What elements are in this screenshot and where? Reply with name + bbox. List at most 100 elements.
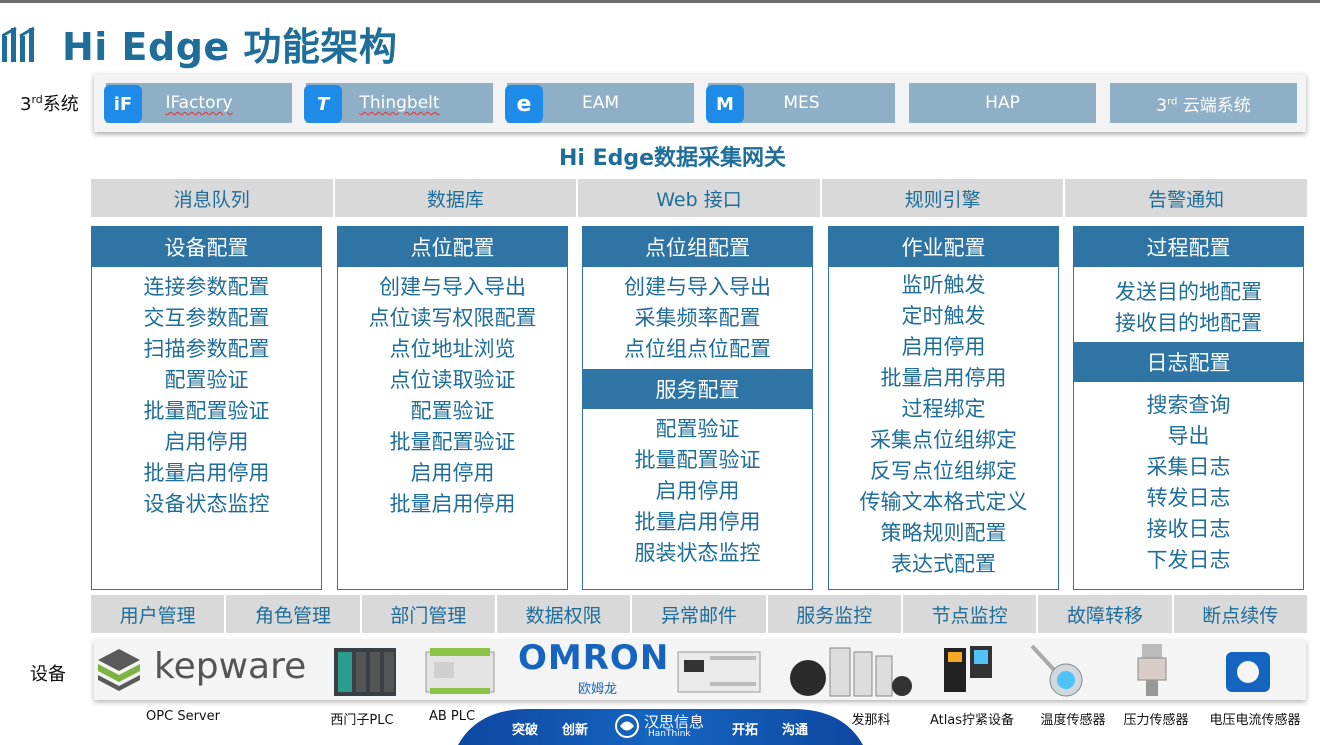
service-database[interactable]: 数据库 (335, 179, 579, 217)
list-item[interactable]: 策略规则配置 (829, 518, 1058, 549)
list-item[interactable]: 定时触发 (829, 301, 1058, 332)
fanuc-servo-icon (790, 647, 912, 697)
temperature-sensor-icon (1030, 644, 1083, 697)
mgmt-role[interactable]: 角色管理 (226, 595, 362, 633)
list-item[interactable]: 创建与导入导出 (338, 272, 567, 303)
list-item[interactable]: 启用停用 (338, 458, 567, 489)
pressure-sensor-icon (1137, 644, 1167, 696)
mgmt-exception-mail[interactable]: 异常邮件 (632, 595, 768, 633)
list-item[interactable]: 启用停用 (583, 476, 812, 507)
mes-icon: M (706, 85, 744, 123)
gateway-management-bar: 用户管理 角色管理 部门管理 数据权限 异常邮件 服务监控 节点监控 故障转移 … (91, 595, 1307, 633)
service-message-queue[interactable]: 消息队列 (91, 179, 335, 217)
devices-label: 设备 (30, 664, 66, 685)
column-device-config: 设备配置 连接参数配置 交互参数配置 扫描参数配置 配置验证 批量配置验证 启用… (91, 226, 322, 590)
hanthink-logo-icon (2, 26, 35, 62)
omron-plc-icon (677, 651, 761, 693)
column-header: 过程配置 (1074, 227, 1303, 267)
list-item[interactable]: 批量启用停用 (583, 507, 812, 538)
device-label: OPC Server (146, 709, 220, 724)
mgmt-service-monitor[interactable]: 服务监控 (768, 595, 903, 633)
list-item[interactable]: 扫描参数配置 (92, 334, 321, 365)
page-title: Hi Edge 功能架构 (62, 25, 398, 69)
list-item[interactable]: 启用停用 (92, 427, 321, 458)
system-3rd-cloud[interactable]: 3rd 云端系统 (1110, 83, 1297, 123)
system-mes[interactable]: M MES (706, 83, 895, 123)
list-item[interactable]: 启用停用 (829, 332, 1058, 363)
list-item[interactable]: 服装状态监控 (583, 538, 812, 569)
system-thingbelt[interactable]: T Thingbelt (304, 83, 493, 123)
banner-word: 突破 (512, 723, 539, 738)
list-item[interactable]: 搜索查询 (1074, 390, 1303, 421)
third-party-systems-bar: iF IFactory T Thingbelt e EAM M MES HAP … (94, 74, 1306, 132)
kepware-wordmark: kepware (154, 646, 307, 687)
mgmt-department[interactable]: 部门管理 (362, 595, 497, 633)
service-config-header: 服务配置 (583, 369, 812, 409)
gateway-service-bar: 消息队列 数据库 Web 接口 规则引擎 告警通知 (91, 179, 1307, 217)
list-item[interactable]: 转发日志 (1074, 483, 1303, 514)
list-item[interactable]: 配置验证 (92, 365, 321, 396)
list-item[interactable]: 导出 (1074, 421, 1303, 452)
list-item[interactable]: 交互参数配置 (92, 303, 321, 334)
device-label: 电压电流传感器 (1209, 713, 1301, 728)
list-item[interactable]: 批量配置验证 (338, 427, 567, 458)
list-item[interactable]: 配置验证 (338, 396, 567, 427)
list-item[interactable]: 批量配置验证 (583, 445, 812, 476)
third-party-label: 3rd系统 (20, 93, 79, 115)
device-label: Atlas拧紧设备 (929, 713, 1015, 728)
omron-logo: OMRON (518, 638, 670, 678)
mgmt-data-permission[interactable]: 数据权限 (497, 595, 633, 633)
column-process-config: 过程配置 发送目的地配置 接收目的地配置 日志配置 搜索查询 导出 采集日志 转… (1073, 226, 1304, 590)
list-item[interactable]: 批量启用停用 (338, 489, 567, 520)
list-item[interactable]: 下发日志 (1074, 545, 1303, 576)
list-item[interactable]: 创建与导入导出 (583, 272, 812, 303)
device-label: 温度传感器 (1040, 713, 1106, 728)
list-item[interactable]: 点位读写权限配置 (338, 303, 567, 334)
list-item[interactable]: 批量配置验证 (92, 396, 321, 427)
list-item[interactable]: 接收日志 (1074, 514, 1303, 545)
column-point-group-config: 点位组配置 创建与导入导出 采集频率配置 点位组点位配置 服务配置 配置验证 批… (582, 226, 813, 590)
list-item[interactable]: 采集日志 (1074, 452, 1303, 483)
list-item[interactable]: 传输文本格式定义 (829, 487, 1058, 518)
service-rule-engine[interactable]: 规则引擎 (822, 179, 1066, 217)
kepware-logo-icon (98, 649, 140, 691)
service-alert-notification[interactable]: 告警通知 (1065, 179, 1307, 217)
column-header: 作业配置 (829, 227, 1058, 267)
banner-word: 开拓 (732, 723, 759, 738)
list-item[interactable]: 表达式配置 (829, 549, 1058, 580)
top-rule (0, 0, 1320, 3)
list-item[interactable]: 接收目的地配置 (1074, 308, 1303, 339)
service-web-api[interactable]: Web 接口 (578, 179, 822, 217)
mgmt-resume-transfer[interactable]: 断点续传 (1174, 595, 1307, 633)
gateway-title: Hi Edge数据采集网关 (558, 146, 787, 171)
list-item[interactable]: 监听触发 (829, 270, 1058, 301)
list-item[interactable]: 点位读取验证 (338, 365, 567, 396)
system-hap[interactable]: HAP (909, 83, 1096, 123)
ifactory-icon: iF (104, 85, 142, 123)
list-item[interactable]: 配置验证 (583, 414, 812, 445)
list-item[interactable]: 设备状态监控 (92, 489, 321, 520)
list-item[interactable]: 批量启用停用 (829, 363, 1058, 394)
mgmt-node-monitor[interactable]: 节点监控 (903, 595, 1039, 633)
list-item[interactable]: 批量启用停用 (92, 458, 321, 489)
device-label: 压力传感器 (1123, 713, 1189, 728)
list-item[interactable]: 连接参数配置 (92, 272, 321, 303)
banner-word: 创新 (562, 723, 589, 738)
mgmt-user[interactable]: 用户管理 (91, 595, 227, 633)
log-config-header: 日志配置 (1074, 342, 1303, 382)
omron-cn-name: 欧姆龙 (578, 682, 618, 697)
list-item[interactable]: 点位组点位配置 (583, 334, 812, 365)
atlas-tightening-icon (944, 646, 992, 692)
list-item[interactable]: 点位地址浏览 (338, 334, 567, 365)
list-item[interactable]: 过程绑定 (829, 394, 1058, 425)
list-item[interactable]: 采集点位组绑定 (829, 425, 1058, 456)
list-item[interactable]: 采集频率配置 (583, 303, 812, 334)
column-job-config: 作业配置 监听触发 定时触发 启用停用 批量启用停用 过程绑定 采集点位组绑定 … (828, 226, 1059, 590)
system-ifactory[interactable]: iF IFactory (104, 83, 292, 123)
list-item[interactable]: 发送目的地配置 (1074, 277, 1303, 308)
mgmt-failover[interactable]: 故障转移 (1038, 595, 1174, 633)
system-eam[interactable]: e EAM (505, 83, 694, 123)
current-sensor-icon (1226, 652, 1270, 692)
footer-banner: 突破 创新 汉思信息 HanThink 开拓 沟通 (458, 707, 863, 745)
list-item[interactable]: 反写点位组绑定 (829, 456, 1058, 487)
